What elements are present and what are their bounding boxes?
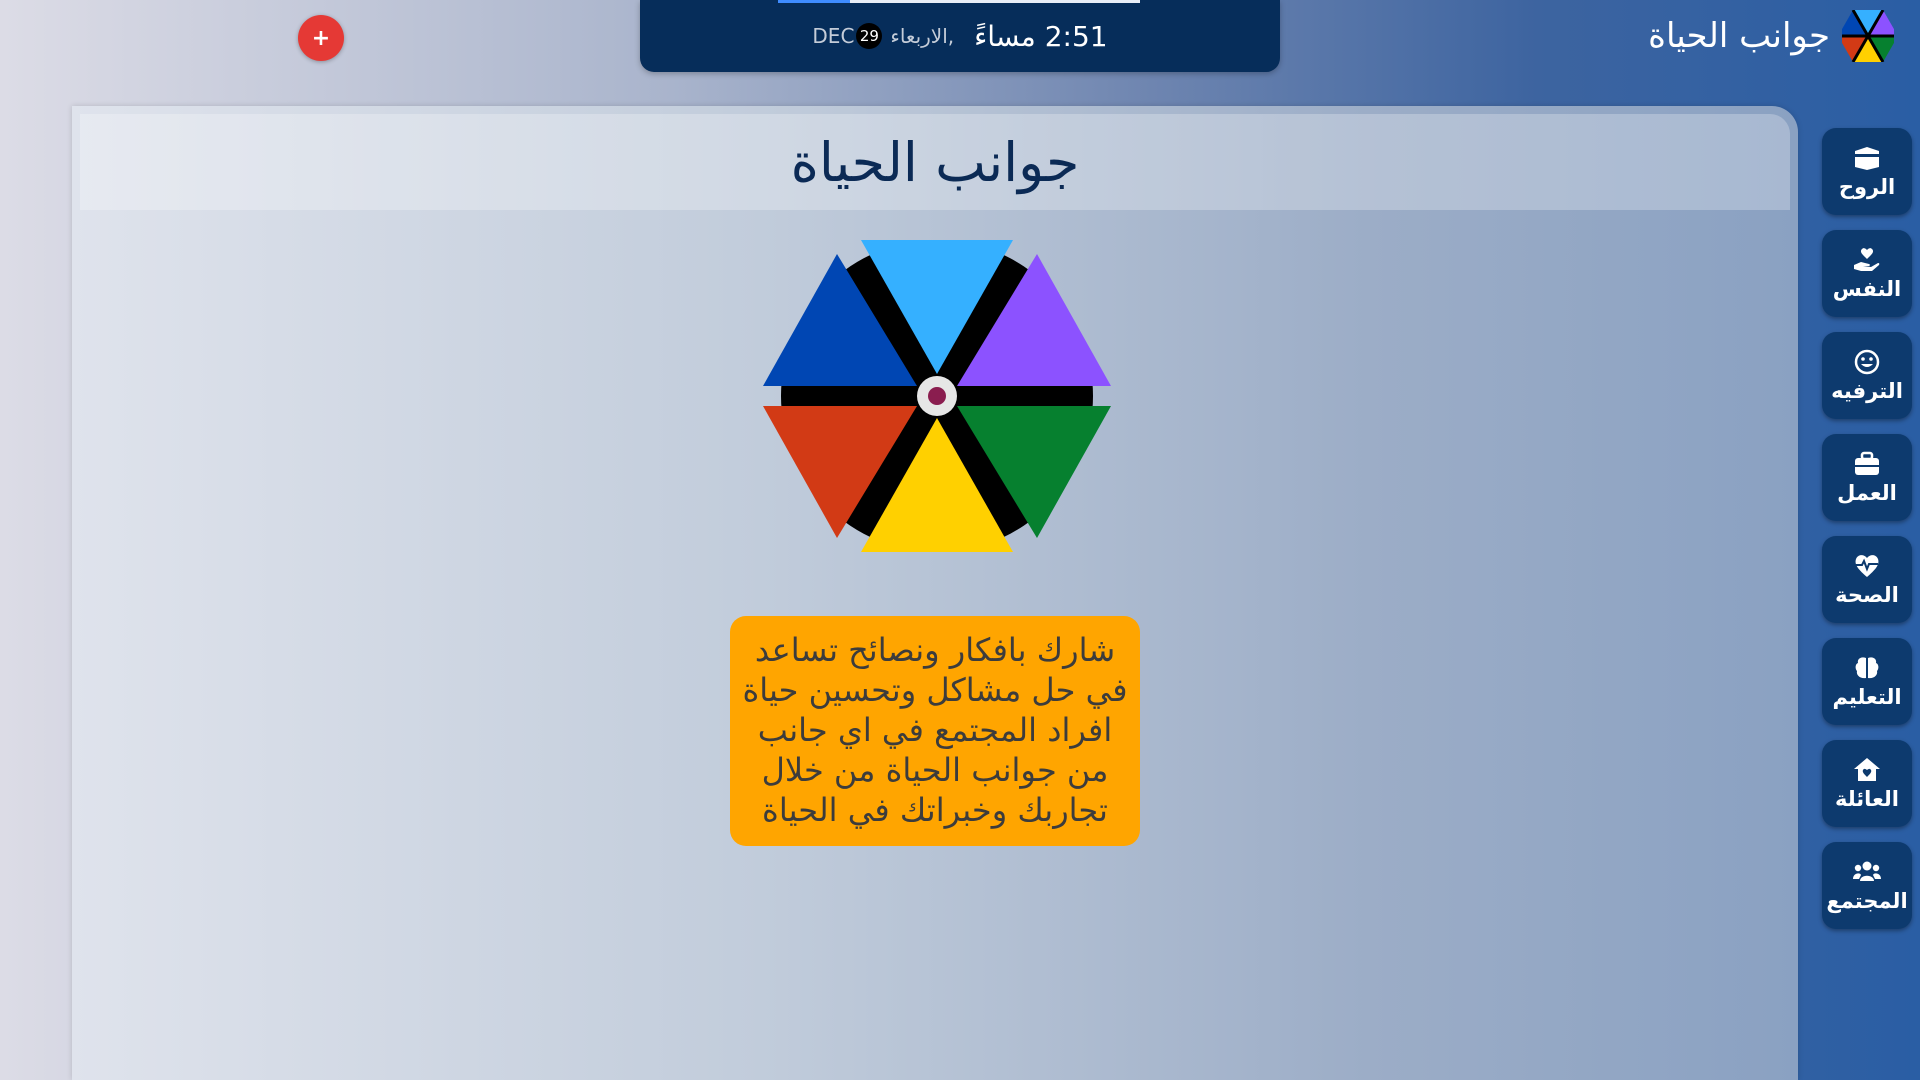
sidebar-item-work[interactable]: العمل (1822, 434, 1912, 521)
info-line: من جوانب الحياة من خلال (761, 751, 1109, 789)
brand-title: جوانب الحياة (1648, 16, 1830, 56)
main-panel: جوانب الحياة شارك بافكار ونصائح تساعد في… (72, 106, 1798, 1080)
info-line: في حل مشاكل وتحسين حياة (742, 671, 1128, 709)
sidebar-item-label: الصحة (1835, 582, 1899, 607)
info-line: افراد المجتمع في اي جانب (757, 711, 1113, 749)
wheel-center-dot (928, 387, 946, 405)
sidebar-item-label: العائلة (1834, 786, 1899, 811)
sidebar-item-label: التعليم (1832, 684, 1902, 709)
time-display: 2:51 مساءً (974, 19, 1108, 53)
add-button[interactable]: + (298, 15, 344, 61)
brand[interactable]: جوانب الحياة (1648, 8, 1894, 64)
clock-accent-bar (778, 0, 850, 3)
aspects-sidebar: الروح النفس الترفيه العمل الصحة التعليم … (1822, 128, 1912, 929)
clock-bar: DEC 29 الاربعاء, 2:51 مساءً (640, 0, 1280, 72)
month-label: DEC (812, 24, 855, 48)
sidebar-item-education[interactable]: التعليم (1822, 638, 1912, 725)
sidebar-item-label: المجتمع (1826, 888, 1908, 913)
sidebar-item-label: الروح (1838, 174, 1896, 199)
sidebar-item-label: العمل (1837, 480, 1897, 505)
day-badge: 29 (856, 23, 883, 49)
brain-icon (1855, 656, 1879, 678)
sidebar-item-self[interactable]: النفس (1822, 230, 1912, 317)
briefcase-icon (1855, 451, 1879, 475)
life-aspects-wheel[interactable] (757, 231, 1117, 561)
sidebar-item-spirit[interactable]: الروح (1822, 128, 1912, 215)
kaaba-icon (1855, 146, 1879, 170)
sidebar-item-community[interactable]: المجتمع (1822, 842, 1912, 929)
smile-icon (1854, 349, 1880, 374)
sidebar-item-entertainment[interactable]: الترفيه (1822, 332, 1912, 419)
sidebar-item-family[interactable]: العائلة (1822, 740, 1912, 827)
clock-progress-bar (850, 0, 1140, 3)
info-message-box: شارك بافكار ونصائح تساعد في حل مشاكل وتح… (730, 616, 1140, 846)
sidebar-item-label: الترفيه (1831, 378, 1903, 403)
page-title: جوانب الحياة (790, 130, 1080, 194)
info-line: شارك بافكار ونصائح تساعد (754, 631, 1116, 669)
logo-icon (1842, 10, 1894, 62)
info-line: تجاربك وخبراتك في الحياة (762, 791, 1108, 829)
date-display: DEC 29 الاربعاء, (812, 23, 954, 49)
home-heart-icon (1854, 757, 1880, 781)
sidebar-item-label: النفس (1832, 276, 1902, 301)
sidebar-item-health[interactable]: الصحة (1822, 536, 1912, 623)
heartbeat-icon (1855, 554, 1879, 577)
hand-holding-heart-icon (1854, 247, 1880, 271)
users-icon (1853, 861, 1881, 881)
weekday-label: الاربعاء, (890, 24, 955, 48)
panel-header: جوانب الحياة (80, 114, 1790, 210)
